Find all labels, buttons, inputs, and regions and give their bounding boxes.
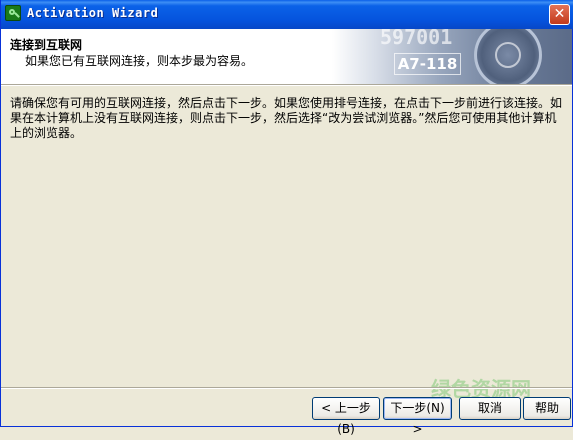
cancel-button[interactable]: 取消 — [459, 397, 521, 420]
back-button[interactable]: < 上一步(B) — [312, 397, 380, 436]
instructions-text: 请确保您有可用的互联网连接，然后点击下一步。如果您使用排号连接，在点击下一步前进… — [10, 96, 565, 141]
footer-divider — [1, 387, 572, 389]
activation-wizard-window: Activation Wizard ✕ 连接到互联网 如果您已有互联网连接，则本… — [0, 0, 573, 436]
activation-key-icon — [5, 5, 21, 21]
window-title: Activation Wizard — [27, 6, 159, 20]
header-banner-image: 597001 A7-118 — [332, 29, 572, 84]
wizard-header: 连接到互联网 如果您已有互联网连接，则本步最为容易。 597001 A7-118 — [1, 29, 572, 84]
step-title: 连接到互联网 — [10, 38, 83, 52]
instructions-paragraph: 请确保您有可用的互联网连接，然后点击下一步。如果您使用排号连接，在点击下一步前进… — [10, 96, 563, 140]
header-divider — [1, 84, 572, 86]
step-subtitle: 如果您已有互联网连接，则本步最为容易。 — [25, 54, 254, 68]
banner-code-number: 597001 — [380, 29, 453, 49]
banner-code-label: A7-118 — [394, 53, 461, 75]
help-button[interactable]: 帮助 — [523, 397, 571, 420]
next-button[interactable]: 下一步(N) > — [383, 397, 452, 436]
title-bar[interactable]: Activation Wizard ✕ — [1, 0, 573, 29]
close-button[interactable]: ✕ — [549, 4, 570, 25]
lock-dial-icon — [474, 29, 542, 84]
